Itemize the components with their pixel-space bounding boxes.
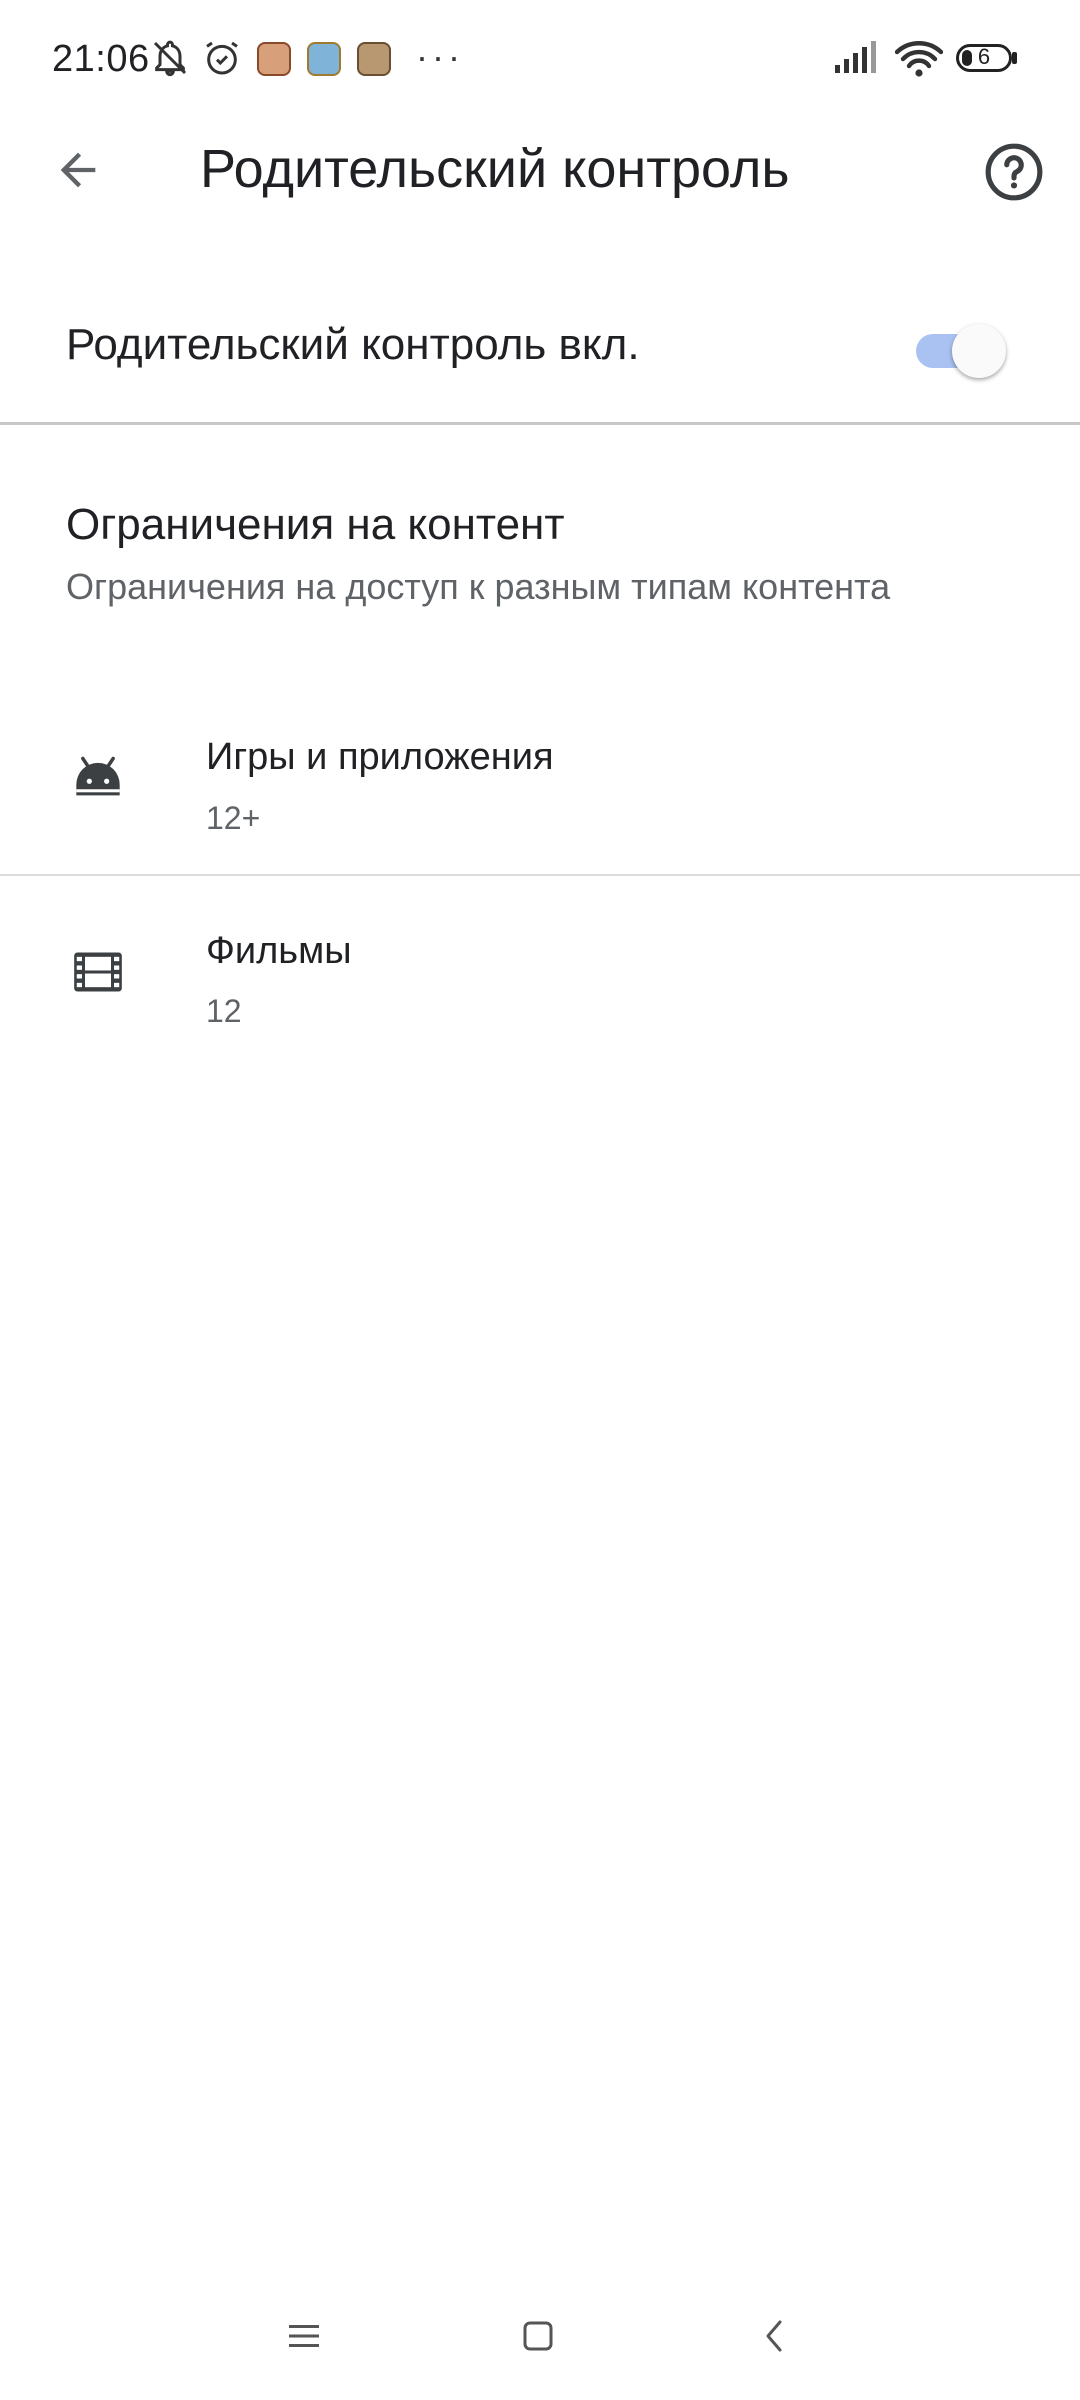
status-bar: 21:06 ··· 6 — [0, 0, 1080, 120]
battery-level: 6 — [977, 44, 991, 69]
notifications-off-icon — [148, 36, 192, 80]
menu-icon[interactable] — [264, 2306, 344, 2366]
battery-icon: 6 — [956, 44, 1012, 72]
content-restrictions-subtitle: Ограничения на доступ к разным типам кон… — [66, 566, 891, 607]
back-icon[interactable] — [734, 2306, 814, 2366]
alarm-icon — [200, 36, 244, 80]
android-icon — [70, 750, 126, 806]
help-circle-icon — [985, 143, 1043, 201]
games-apps-title: Игры и приложения — [206, 736, 554, 778]
films-title: Фильмы — [206, 930, 352, 972]
help-button[interactable] — [964, 122, 1064, 222]
parental-control-toggle-label: Родительский контроль вкл. — [66, 320, 640, 369]
games-apps-rating: 12+ — [206, 800, 261, 836]
app-notification-3 — [357, 42, 391, 76]
parental-control-switch[interactable] — [916, 318, 1008, 378]
status-time: 21:06 — [52, 38, 150, 80]
signal-icon — [832, 36, 882, 80]
content-restrictions-title: Ограничения на контент — [66, 500, 565, 549]
list-item-films[interactable] — [0, 876, 1080, 1066]
back-button[interactable] — [30, 122, 126, 218]
films-rating: 12 — [206, 993, 242, 1029]
film-icon — [70, 944, 126, 1000]
divider — [0, 422, 1080, 425]
more-notifications-icon: ··· — [416, 36, 464, 77]
app-notification-2 — [307, 42, 341, 76]
arrow-back-icon — [60, 152, 96, 188]
switch-thumb — [952, 324, 1006, 378]
wifi-icon — [894, 36, 944, 80]
battery-tip — [1012, 52, 1017, 64]
page-title: Родительский контроль — [200, 139, 790, 199]
home-icon[interactable] — [498, 2306, 578, 2366]
app-notification-1 — [257, 42, 291, 76]
